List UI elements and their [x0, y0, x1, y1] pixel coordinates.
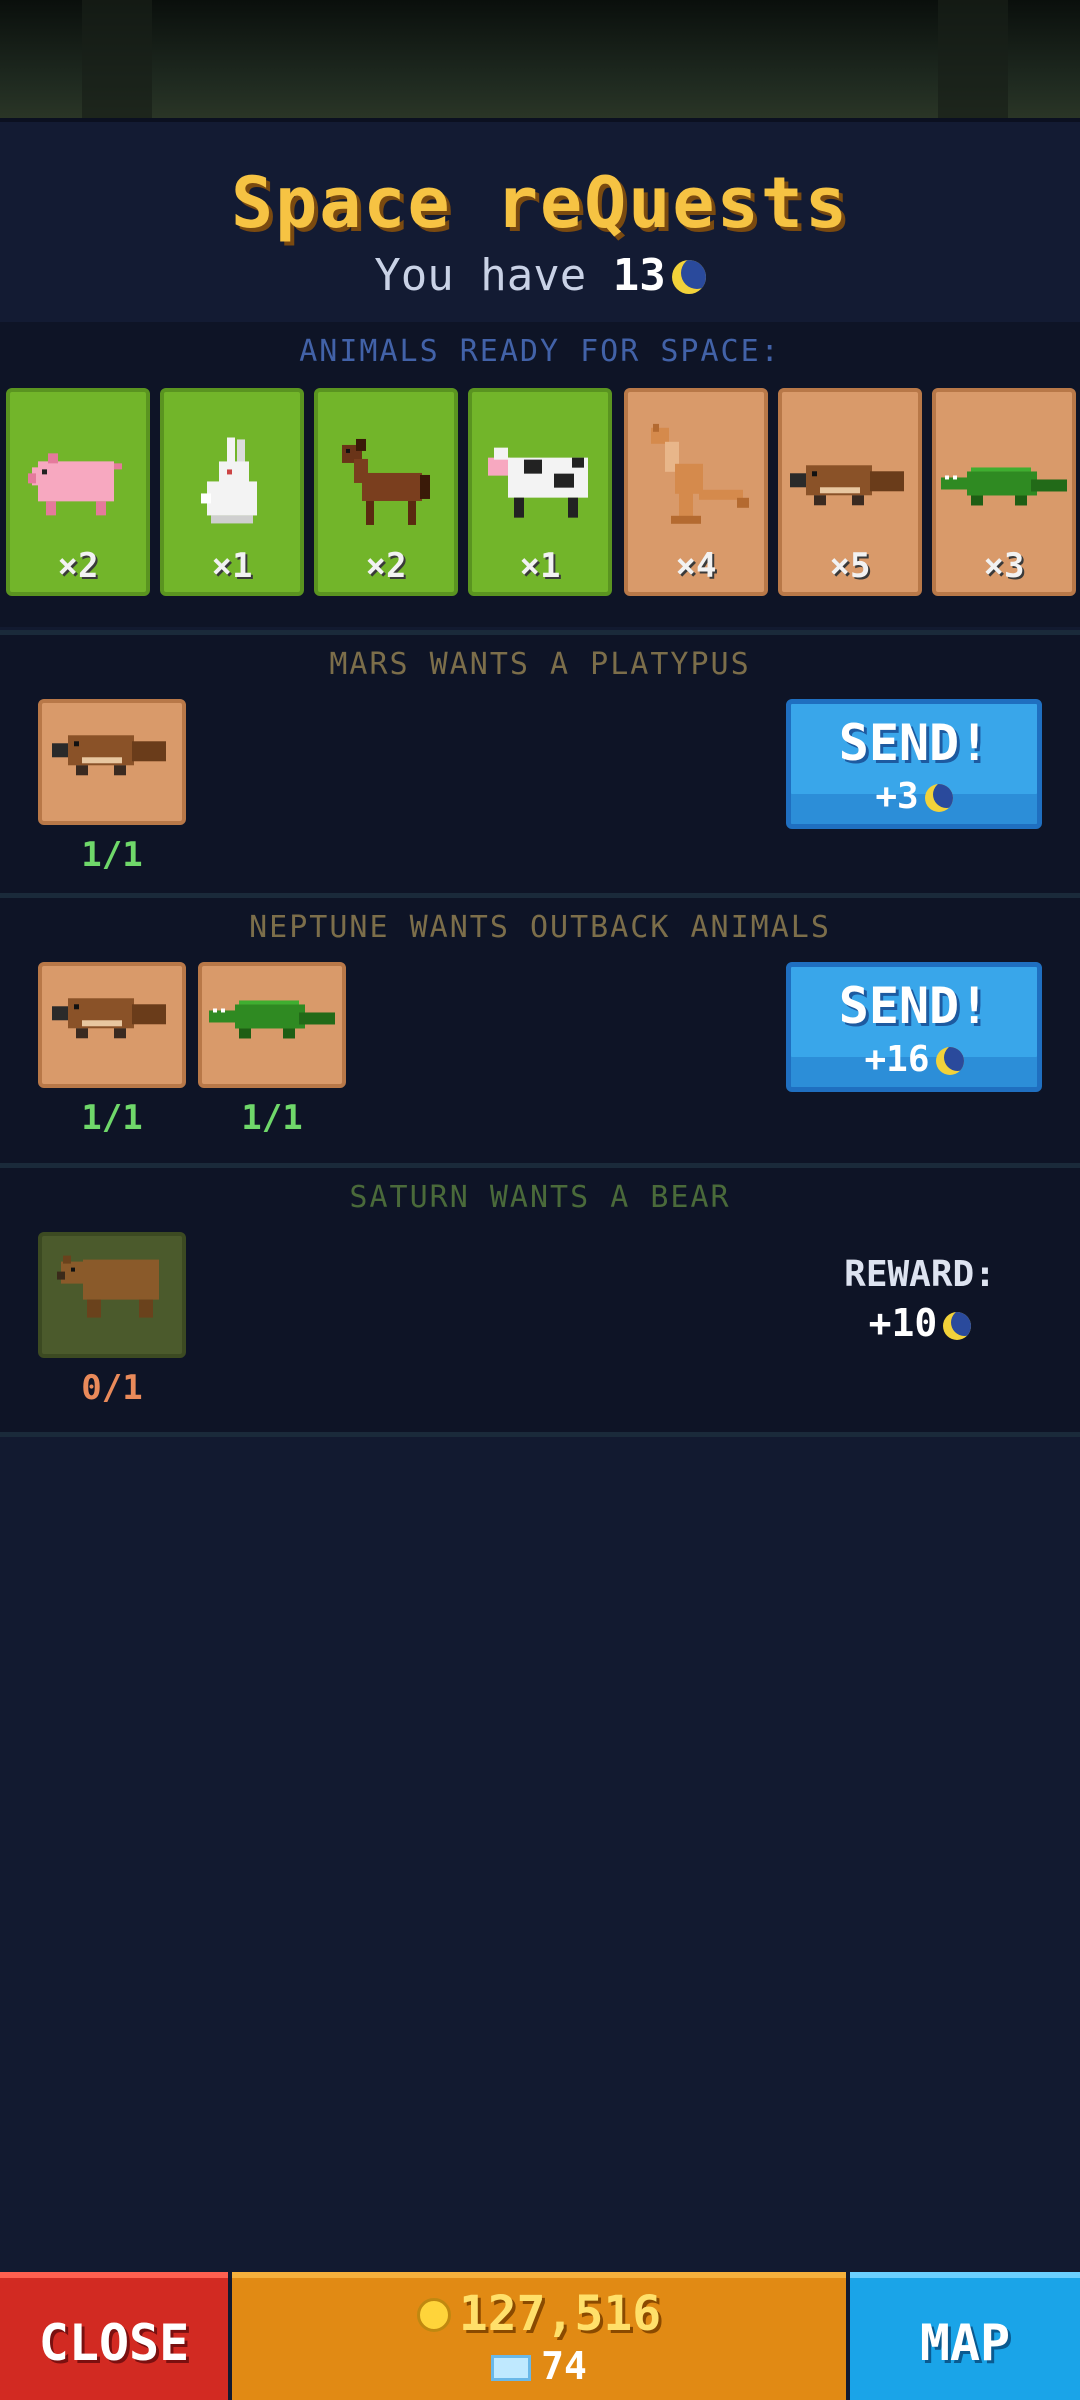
send-reward: +3 [791, 776, 1037, 817]
animal-count: ×1 [519, 546, 561, 586]
request-item-bear[interactable] [38, 1232, 186, 1358]
send-button-neptune[interactable]: SEND! +16 [786, 962, 1042, 1092]
request-item-platypus[interactable] [38, 699, 186, 825]
moon-coin-icon [943, 1312, 972, 1340]
crocodile-icon [941, 467, 1067, 506]
moon-coin-icon [671, 260, 706, 294]
reward-amount: +10 [800, 1301, 1040, 1345]
gold-coin-icon [416, 2298, 451, 2332]
reward-info: REWARD: +10 [800, 1254, 1040, 1345]
animal-tile-rabbit[interactable]: ×1 [160, 388, 304, 596]
animal-tile-pig[interactable]: ×2 [6, 388, 150, 596]
animal-count: ×3 [983, 546, 1025, 586]
platypus-icon [52, 998, 166, 1039]
platypus-icon [790, 465, 904, 506]
animal-tile-platypus[interactable]: ×5 [778, 388, 922, 596]
request-title: MARS WANTS A PLATYPUS [329, 647, 751, 682]
platypus-icon [52, 735, 166, 776]
request-progress: 0/1 [81, 1368, 143, 1408]
animal-tile-horse[interactable]: ×2 [314, 388, 458, 596]
currency-display: 127,516 74 [232, 2272, 846, 2400]
cow-icon [488, 447, 588, 518]
game-scene-top [0, 0, 1080, 118]
kangaroo-icon [651, 423, 749, 524]
animal-tile-kangaroo[interactable]: ×4 [624, 388, 768, 596]
pig-icon [28, 453, 122, 516]
request-saturn: SATURN WANTS A BEAR 0/1 REWARD: +10 [0, 1163, 1080, 1437]
close-button[interactable]: CLOSE [0, 2272, 228, 2400]
tree-shadow [82, 0, 152, 118]
request-title: SATURN WANTS A BEAR [349, 1180, 731, 1215]
crocodile-icon [209, 1000, 335, 1039]
gem-balance: 74 [232, 2344, 846, 2388]
animal-count: ×4 [675, 546, 717, 586]
animal-count: ×5 [829, 546, 871, 586]
moon-coin-icon [935, 1047, 964, 1075]
tree-shadow [938, 0, 1008, 118]
send-reward: +16 [791, 1039, 1037, 1080]
request-item-crocodile[interactable] [198, 962, 346, 1088]
horse-icon [342, 438, 430, 525]
diamond-icon [491, 2355, 532, 2381]
request-title: NEPTUNE WANTS OUTBACK ANIMALS [249, 910, 831, 945]
ready-label: ANIMALS READY FOR SPACE: [299, 334, 781, 369]
header: Space reQuests You have 13 [0, 118, 1080, 326]
request-item-platypus[interactable] [38, 962, 186, 1088]
request-mars: MARS WANTS A PLATYPUS 1/1 SEND! +3 [0, 630, 1080, 893]
animal-tile-cow[interactable]: ×1 [468, 388, 612, 596]
rabbit-icon [201, 437, 257, 524]
ready-animals-panel: ANIMALS READY FOR SPACE: ×2 ×1 ×2 ×1 ×4 … [0, 322, 1080, 627]
page-title: Space reQuests [230, 162, 849, 244]
animal-count: ×2 [57, 546, 99, 586]
request-progress: 1/1 [81, 835, 143, 875]
moon-coin-balance: You have 13 [0, 250, 1080, 301]
animal-count: ×1 [211, 546, 253, 586]
bear-icon [57, 1255, 159, 1318]
animal-tile-crocodile[interactable]: ×3 [932, 388, 1076, 596]
bottom-bar: CLOSE 127,516 74 MAP [0, 2272, 1080, 2400]
request-progress: 1/1 [241, 1098, 303, 1138]
gold-balance: 127,516 [232, 2286, 846, 2342]
request-progress: 1/1 [81, 1098, 143, 1138]
request-neptune: NEPTUNE WANTS OUTBACK ANIMALS 1/1 1/1 SE… [0, 893, 1080, 1164]
moon-coin-icon [924, 784, 953, 812]
animal-count: ×2 [365, 546, 407, 586]
send-button-mars[interactable]: SEND! +3 [786, 699, 1042, 829]
map-button[interactable]: MAP [850, 2272, 1080, 2400]
